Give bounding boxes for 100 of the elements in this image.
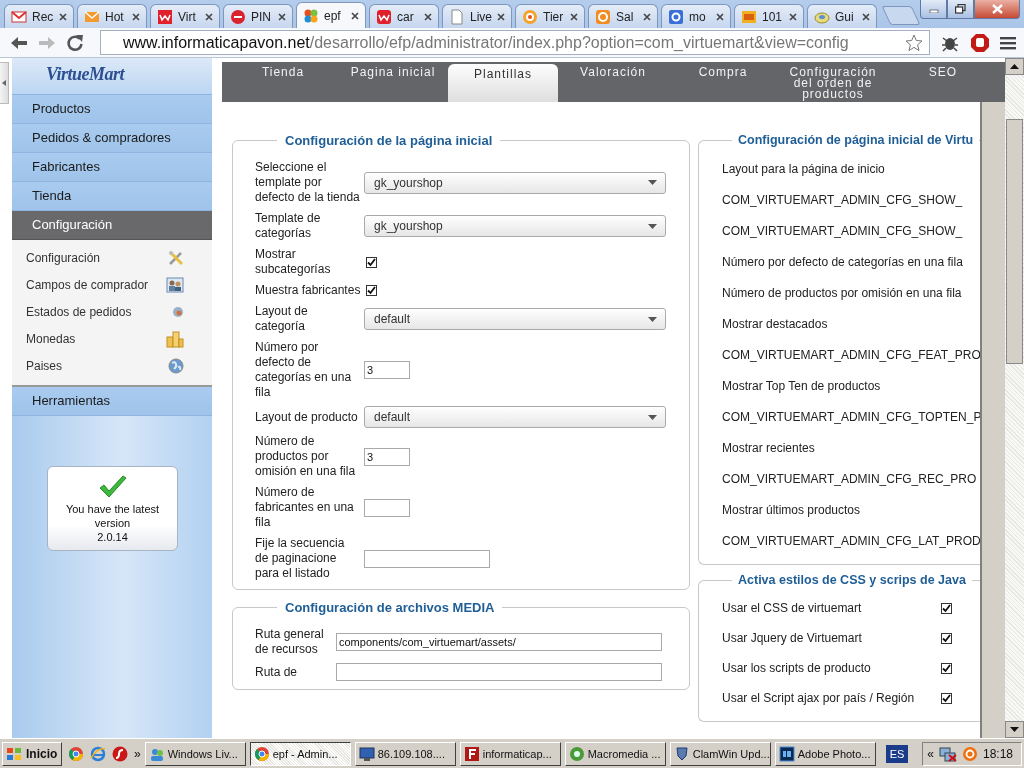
menu-item[interactable]: Productos — [12, 95, 212, 124]
close-icon[interactable] — [59, 12, 67, 21]
close-icon[interactable] — [278, 12, 286, 21]
close-icon[interactable] — [205, 12, 213, 21]
submenu-item[interactable]: Estados de pedidos — [12, 298, 212, 325]
field-label: Mostrar Top Ten de productos — [722, 378, 881, 393]
input-field[interactable] — [336, 663, 662, 681]
taskbar-button[interactable]: informaticap... — [459, 741, 561, 766]
tab[interactable]: Plantillas — [448, 64, 558, 102]
browser-tab[interactable]: 101 — [734, 4, 804, 28]
menu-item[interactable]: Fabricantes — [12, 153, 212, 182]
menu-item[interactable]: Configuración — [12, 211, 212, 240]
reload-icon[interactable] — [66, 33, 84, 52]
checkbox[interactable] — [941, 692, 952, 704]
taskbar-button[interactable]: Windows Liv... — [144, 741, 246, 766]
close-icon[interactable] — [351, 11, 359, 20]
network-icon[interactable] — [938, 745, 957, 762]
close-icon[interactable] — [570, 12, 578, 21]
taskbar-button[interactable]: epf - Admin... — [249, 741, 351, 766]
more-button[interactable]: » — [134, 746, 141, 761]
input-field[interactable] — [364, 498, 410, 517]
field-label: Mostrar subcategorías — [255, 247, 332, 277]
menu-item[interactable]: Tienda — [12, 182, 212, 211]
app-tray-icon[interactable] — [961, 745, 978, 762]
input-field[interactable]: 3 — [364, 361, 410, 379]
back-icon[interactable] — [10, 34, 28, 51]
section-title: Configuración de la página inicial — [284, 133, 494, 148]
close-icon[interactable] — [424, 12, 432, 21]
menu-icon[interactable] — [1000, 35, 1016, 50]
browser-icon[interactable] — [68, 745, 84, 762]
input-field[interactable]: components/com_virtuemart/assets/ — [336, 633, 662, 651]
field-label: COM_VIRTUEMART_ADMIN_CFG_FEAT_PRO — [722, 347, 980, 362]
scroll-down-button[interactable] — [1005, 721, 1024, 738]
checkbox[interactable] — [941, 662, 952, 674]
tab[interactable]: Tienda — [228, 62, 338, 102]
close-icon[interactable] — [497, 12, 505, 21]
field-label: Usar el Script ajax por país / Región — [722, 691, 915, 705]
browser-tab[interactable]: mo — [661, 4, 731, 28]
tray-expand-button[interactable]: « — [927, 746, 934, 761]
submenu-item[interactable]: Monedas — [12, 325, 212, 352]
checkbox[interactable] — [941, 632, 952, 644]
submenu-item[interactable]: Campos de comprador — [12, 271, 212, 298]
address-bar[interactable]: www.informaticapavon.net/desarrollo/efp/administrator/index.php?option=com_virtuemart&view=config — [100, 30, 930, 55]
tab[interactable]: Pagina inicial — [338, 62, 448, 102]
dropdown[interactable]: default — [364, 406, 666, 428]
checkbox[interactable] — [366, 285, 377, 296]
tab[interactable]: Configuración del orden de productos — [778, 62, 888, 102]
browser-tab[interactable]: car — [369, 4, 439, 28]
flash-icon[interactable] — [112, 745, 128, 762]
menu-item[interactable]: Herramientas — [12, 387, 212, 416]
language-indicator[interactable]: ES — [885, 744, 909, 763]
collapse-handle[interactable] — [0, 62, 9, 104]
scroll-thumb[interactable] — [1006, 119, 1023, 364]
browser-tab[interactable]: PIN — [223, 4, 293, 28]
star-icon[interactable] — [905, 33, 923, 52]
close-button[interactable] — [974, 0, 1020, 19]
close-icon[interactable] — [716, 12, 724, 21]
dropdown[interactable]: gk_yourshop — [364, 171, 666, 194]
square-icon — [595, 8, 611, 25]
input-field[interactable] — [364, 549, 490, 568]
taskbar-button[interactable]: Adobe Photo... — [774, 741, 876, 766]
start-button[interactable]: Inicio — [2, 741, 62, 766]
browser-tab[interactable]: Hot — [77, 4, 147, 28]
browser-tab[interactable]: Virt — [150, 4, 220, 28]
browser-tab[interactable]: Sal — [588, 4, 658, 28]
dropdown[interactable]: gk_yourshop — [364, 215, 666, 237]
field-label: Mostrar destacados — [722, 316, 828, 331]
checkbox[interactable] — [366, 256, 377, 268]
minimize-button[interactable] — [920, 0, 947, 19]
taskbar-button[interactable]: 86.109.108.... — [354, 741, 456, 766]
close-icon[interactable] — [643, 12, 651, 21]
circle-icon — [230, 8, 246, 25]
field-label: Mostrar últimos productos — [722, 502, 861, 517]
browser-tab[interactable]: Rec — [4, 4, 74, 28]
browser-tab[interactable]: epf — [296, 2, 366, 28]
restore-button[interactable] — [947, 0, 974, 19]
version-message: You have the latest version — [64, 502, 161, 530]
browser-tab[interactable]: Tier — [515, 4, 585, 28]
input-field[interactable]: 3 — [364, 447, 410, 466]
stop-icon[interactable] — [970, 32, 990, 53]
close-icon[interactable] — [862, 12, 870, 21]
menu-item[interactable]: Pedidos & compradores — [12, 124, 212, 153]
close-icon[interactable] — [789, 12, 797, 21]
taskbar-button[interactable]: ClamWin Upd... — [669, 741, 771, 766]
checkbox[interactable] — [941, 602, 952, 614]
dropdown[interactable]: default — [364, 308, 666, 330]
tab[interactable]: SEO — [888, 62, 998, 102]
globe-icon[interactable] — [90, 745, 106, 762]
close-icon[interactable] — [132, 12, 140, 21]
circle-icon — [522, 8, 538, 25]
taskbar-button[interactable]: Macromedia ... — [564, 741, 666, 766]
tab[interactable]: Compra — [668, 62, 778, 102]
checkmark-icon — [97, 475, 128, 499]
submenu-item[interactable]: Configuración — [12, 244, 212, 271]
tab[interactable]: Valoración — [558, 62, 668, 102]
browser-tab[interactable]: Gui — [807, 4, 877, 28]
scroll-up-button[interactable] — [1005, 58, 1024, 75]
submenu-item[interactable]: Paises — [12, 352, 212, 379]
browser-icon — [253, 745, 270, 762]
browser-tab[interactable]: Live — [442, 4, 512, 28]
